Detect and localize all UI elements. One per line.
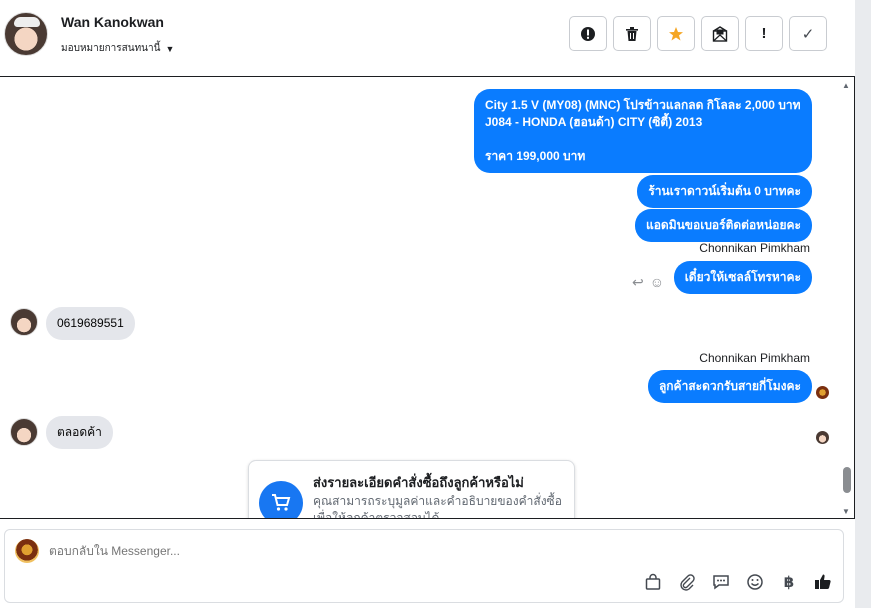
message-text: J084 - HONDA (ฮอนด้า) CITY (ซิตี้) 2013 — [485, 115, 703, 129]
important-button[interactable]: ! — [745, 16, 783, 51]
contact-avatar-small[interactable] — [10, 418, 38, 446]
exclamation-icon: ! — [761, 25, 767, 42]
message-text: ราคา 199,000 บาท — [485, 149, 586, 163]
caret-down-icon: ▼ — [165, 43, 175, 54]
card-title: ส่งรายละเอียดคำสั่งซื้อถึงลูกค้าหรือไม่ — [313, 475, 524, 490]
thumbs-up-icon[interactable] — [813, 572, 833, 592]
star-button[interactable] — [657, 16, 695, 51]
contact-name[interactable]: Wan Kanokwan — [61, 14, 164, 30]
message-incoming[interactable]: 0619689551 — [46, 307, 135, 340]
done-button[interactable]: ✓ — [789, 16, 827, 51]
message-outgoing[interactable]: ลูกค้าสะดวกรับสายกี่โมงคะ — [647, 370, 812, 403]
side-panel-edge — [855, 0, 871, 608]
trash-icon — [626, 26, 638, 41]
contact-avatar-small[interactable] — [10, 308, 38, 336]
message-text: ลูกค้าสะดวกรับสายกี่โมงคะ — [658, 379, 801, 393]
sender-name: Chonnikan Pimkham — [699, 351, 810, 365]
message-outgoing[interactable]: ร้านเราดาวน์เริ่มต้น 0 บาทคะ — [637, 175, 812, 208]
spam-report-button[interactable] — [569, 16, 607, 51]
message-text: 0619689551 — [57, 316, 124, 330]
envelope-icon — [712, 25, 728, 42]
conversation-header: Wan Kanokwan มอบหมายการสนทนานี้ ▼ ! ✓ — [0, 0, 855, 76]
star-icon — [669, 26, 683, 40]
message-outgoing[interactable]: City 1.5 V (MY08) (MNC) โปรข้าวแลกลด กิโ… — [474, 89, 812, 173]
header-actions: ! ✓ — [569, 16, 827, 51]
order-details-prompt-card[interactable]: ส่งรายละเอียดคำสั่งซื้อถึงลูกค้าหรือไม่ … — [248, 460, 575, 519]
check-icon: ✓ — [801, 25, 815, 43]
reaction-icon[interactable]: ☺ — [650, 274, 664, 291]
assign-conversation-dropdown[interactable]: มอบหมายการสนทนานี้ ▼ — [61, 41, 174, 56]
saved-reply-icon[interactable] — [711, 572, 731, 592]
reply-input[interactable] — [49, 544, 749, 558]
message-text: เดี๋ยวให้เซลล์โทรหาคะ — [684, 270, 801, 284]
alert-circle-icon — [581, 26, 595, 41]
composer-tools: ฿ — [643, 572, 833, 592]
baht-payment-icon[interactable]: ฿ — [779, 572, 799, 592]
page-avatar — [15, 539, 39, 563]
message-text: ตลอดค้า — [57, 425, 102, 439]
message-outgoing[interactable]: แอดมินขอเบอร์ติดต่อหน่อยคะ — [634, 209, 812, 242]
message-composer: ฿ — [4, 529, 844, 603]
sender-name: Chonnikan Pimkham — [699, 241, 810, 255]
contact-avatar[interactable] — [4, 12, 48, 56]
message-outgoing[interactable]: เดี๋ยวให้เซลล์โทรหาคะ — [673, 261, 812, 294]
assign-label: มอบหมายการสนทนานี้ — [61, 43, 161, 54]
seen-avatar — [816, 431, 829, 444]
scroll-up-icon[interactable]: ▲ — [842, 81, 850, 90]
reply-icon[interactable]: ↩ — [632, 274, 644, 291]
message-incoming[interactable]: ตลอดค้า — [46, 416, 113, 449]
paperclip-icon[interactable] — [677, 572, 697, 592]
card-description: คุณสามารถระบุมูลค่าและคำอธิบายของคำสั่งซ… — [313, 494, 562, 519]
message-text: แอดมินขอเบอร์ติดต่อหน่อยคะ — [645, 218, 801, 232]
scroll-thumb[interactable] — [843, 467, 851, 493]
delete-button[interactable] — [613, 16, 651, 51]
shopping-cart-icon — [259, 481, 303, 518]
mark-unread-button[interactable] — [701, 16, 739, 51]
scroll-down-icon[interactable]: ▼ — [842, 507, 850, 516]
emoji-icon[interactable] — [745, 572, 765, 592]
shopping-bag-icon[interactable] — [643, 572, 663, 592]
message-text: City 1.5 V (MY08) (MNC) โปรข้าวแลกลด กิโ… — [485, 98, 801, 112]
seen-avatar — [816, 386, 829, 399]
message-thread[interactable]: City 1.5 V (MY08) (MNC) โปรข้าวแลกลด กิโ… — [0, 76, 855, 519]
message-text: ร้านเราดาวน์เริ่มต้น 0 บาทคะ — [648, 184, 801, 198]
thread-scrollbar[interactable]: ▲ ▼ — [839, 77, 854, 518]
message-hover-actions: ↩ ☺ — [632, 274, 664, 291]
